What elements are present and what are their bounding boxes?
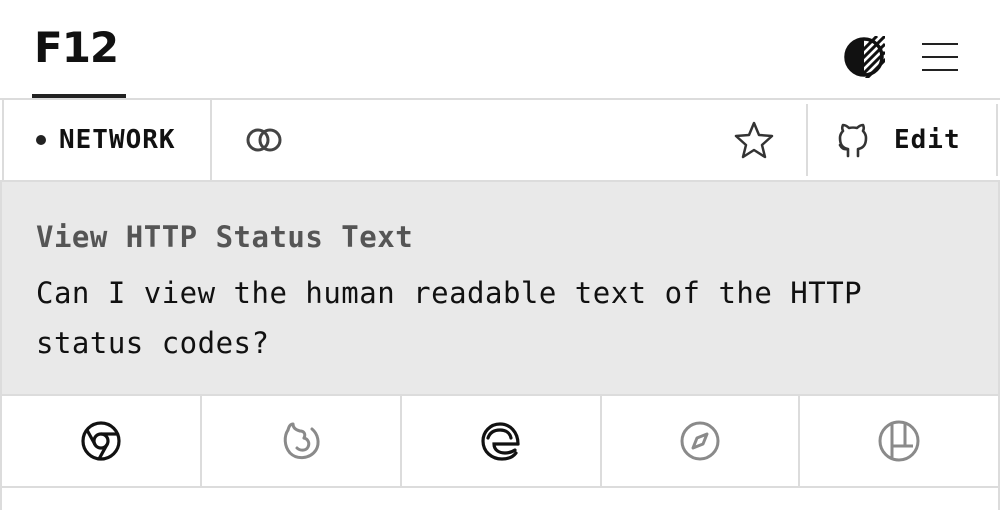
edit-on-github-button[interactable]: Edit	[806, 104, 998, 176]
edit-label: Edit	[894, 125, 961, 155]
edge-icon	[481, 422, 520, 461]
firefox-icon	[283, 422, 320, 459]
chrome-icon	[81, 421, 121, 461]
category-label: NETWORK	[59, 125, 176, 155]
browser-support-row	[0, 394, 1000, 488]
logo-text: F12	[34, 23, 119, 72]
category-dot-icon	[36, 135, 46, 145]
tip-toolbar: NETWORK Edit	[0, 98, 1000, 182]
tip-description: Can I view the human readable text of th…	[36, 276, 863, 360]
menu-bar	[922, 69, 958, 71]
theme-toggle-button[interactable]	[843, 36, 885, 78]
browser-safari[interactable]	[600, 396, 798, 486]
browser-firefox[interactable]	[200, 396, 400, 486]
tip-title: View HTTP Status Text	[36, 220, 414, 254]
menu-button[interactable]	[920, 40, 960, 74]
polypane-icon	[878, 420, 920, 462]
github-icon	[838, 123, 868, 158]
link-icon	[246, 128, 282, 152]
browser-edge[interactable]	[400, 396, 600, 486]
contrast-icon	[844, 36, 885, 78]
browser-polypane[interactable]	[798, 396, 1000, 486]
star-icon	[734, 121, 774, 159]
menu-bar	[922, 43, 958, 45]
favorite-button[interactable]	[730, 118, 778, 162]
browser-chrome[interactable]	[0, 396, 200, 486]
site-logo[interactable]: F12	[32, 23, 126, 98]
safari-icon	[680, 421, 720, 461]
copy-link-button[interactable]	[240, 120, 288, 160]
menu-bar	[922, 56, 958, 58]
tip-card: View HTTP Status Text Can I view the hum…	[0, 182, 1000, 396]
site-header: F12	[0, 0, 1000, 100]
category-tag[interactable]: NETWORK	[2, 100, 212, 180]
next-section-edge	[0, 488, 1000, 510]
